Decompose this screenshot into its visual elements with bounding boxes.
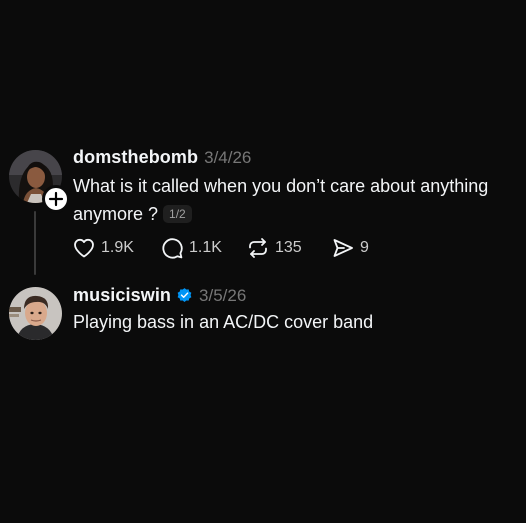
like-button[interactable]: 1.9K	[72, 236, 134, 260]
username[interactable]: domsthebomb	[73, 147, 198, 168]
reply-count: 1.1K	[189, 239, 222, 256]
like-count: 1.9K	[101, 239, 134, 256]
repost-button[interactable]: 135	[246, 236, 302, 260]
avatar[interactable]	[9, 287, 62, 340]
post-text: What is it called when you don’t care ab…	[73, 176, 489, 224]
repost-icon	[249, 238, 267, 258]
post-body: What is it called when you don’t care ab…	[73, 172, 523, 228]
follow-button[interactable]	[42, 185, 70, 213]
plus-icon	[48, 191, 64, 207]
share-count: 9	[360, 239, 369, 256]
repost-count: 135	[275, 239, 302, 256]
reply-button[interactable]: 1.1K	[160, 236, 222, 260]
verified-badge-icon	[177, 288, 192, 302]
thread-connector-line	[34, 211, 36, 275]
post-date: 3/5/26	[199, 285, 247, 305]
post-date: 3/4/26	[204, 147, 252, 167]
comment-icon	[162, 238, 183, 259]
page-indicator: 1/2	[163, 205, 192, 223]
post-header: domsthebomb 3/4/26	[73, 147, 251, 168]
post-header: musiciswin 3/5/26	[73, 285, 246, 306]
share-button[interactable]: 9	[331, 236, 369, 260]
username[interactable]: musiciswin	[73, 285, 171, 306]
post-body: Playing bass in an AC/DC cover band	[73, 308, 523, 336]
thread-view: domsthebomb 3/4/26 What is it called whe…	[0, 0, 526, 523]
send-icon	[333, 239, 353, 257]
post-text: Playing bass in an AC/DC cover band	[73, 312, 374, 332]
heart-icon	[74, 238, 94, 258]
